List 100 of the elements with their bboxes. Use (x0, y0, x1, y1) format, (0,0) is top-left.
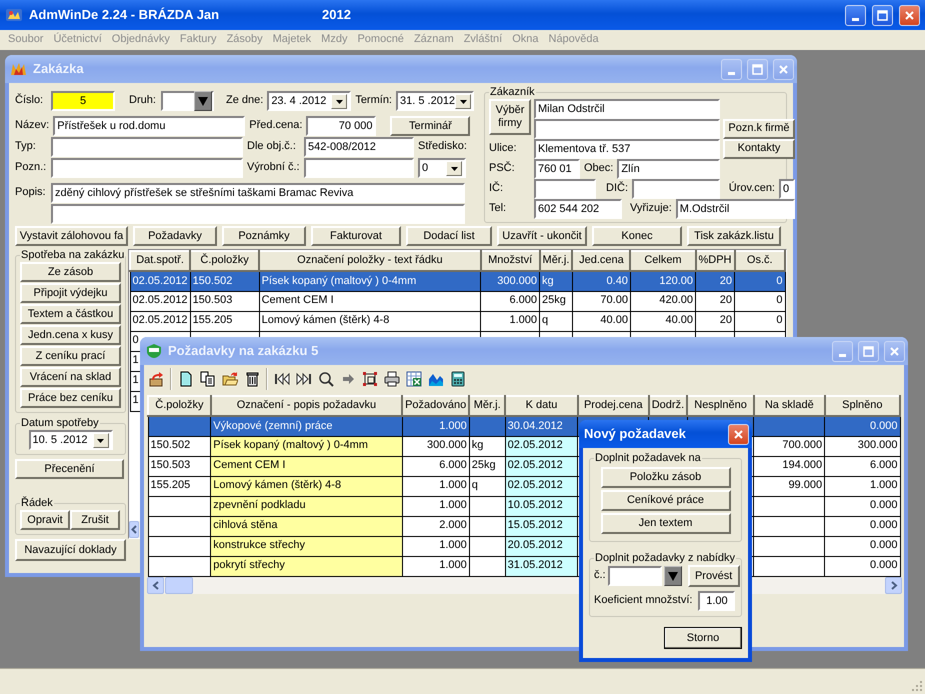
table-cell: 20 (720, 294, 732, 306)
button[interactable]: Jedn.cena x kusy (20, 325, 121, 345)
calculator-icon[interactable] (450, 371, 466, 387)
button[interactable]: Položku zásob (600, 467, 730, 488)
button[interactable]: Výběr firmy (489, 99, 531, 135)
button[interactable]: Tisk zakázk.listu (687, 226, 781, 246)
maximize-button[interactable] (872, 4, 893, 26)
column-header[interactable]: K datu (505, 396, 578, 416)
button[interactable]: Poznámky (222, 226, 306, 246)
column-header[interactable]: Č.položky (190, 251, 260, 271)
input-field[interactable] (534, 118, 720, 138)
column-header[interactable]: Měr.j. (469, 396, 506, 416)
input-field[interactable]: zděný cihlový přístřešek se střešními taškami Bramac Reviva (51, 183, 465, 203)
button[interactable]: Opravit (20, 510, 70, 530)
column-header[interactable]: Dodrž. (648, 396, 688, 416)
input-field[interactable]: Zlín (617, 158, 720, 178)
input-field[interactable]: M.Odstrčil (676, 198, 795, 218)
button[interactable]: Storno (664, 627, 742, 649)
column-header[interactable]: Označení položky - text řádku (259, 251, 481, 271)
button[interactable]: Vrácení na sklad (20, 367, 121, 387)
button[interactable]: Z ceníku prací (20, 346, 121, 366)
export-icon[interactable] (148, 371, 164, 387)
button[interactable]: Požadavky (133, 226, 217, 246)
copy-icon[interactable] (200, 371, 216, 387)
input-field[interactable]: Přístřešek u rod.domu (53, 116, 246, 136)
last-record-icon[interactable] (296, 371, 312, 387)
first-record-icon[interactable] (274, 371, 290, 387)
column-header[interactable]: Požadováno (402, 396, 470, 416)
frame-icon[interactable] (362, 371, 378, 387)
scroll-right-button[interactable] (885, 576, 902, 594)
input-field[interactable]: 602 544 202 (534, 198, 622, 218)
new-document-icon[interactable] (178, 371, 194, 387)
button[interactable]: Terminář (390, 116, 470, 136)
column-header[interactable]: Nesplněno (687, 396, 754, 416)
date-field[interactable]: 10. 5 .2012 (28, 430, 112, 450)
button[interactable]: Připojit výdejku (20, 283, 121, 303)
column-header[interactable]: Jed.cena (572, 251, 630, 271)
input-field[interactable] (304, 158, 414, 178)
button[interactable]: Kontakty (723, 138, 795, 158)
input-field[interactable]: 0 (779, 178, 795, 198)
table-cell: 700.000 (754, 436, 825, 456)
scroll-left-button[interactable] (147, 576, 164, 594)
dropdown-field[interactable] (161, 91, 214, 111)
input-field[interactable]: 760 01 (534, 158, 580, 178)
column-header[interactable]: Č.položky (148, 396, 211, 416)
close-button[interactable] (899, 4, 920, 26)
input-field[interactable]: Milan Odstrčil (534, 98, 720, 118)
button[interactable]: Dodací list (406, 226, 492, 246)
date-field[interactable]: 23. 4 .2012 (267, 91, 352, 111)
input-field[interactable]: 542-008/2012 (304, 137, 414, 157)
column-header[interactable]: Měr.j. (540, 251, 572, 271)
scrollbar-thumb[interactable] (165, 576, 193, 594)
column-header[interactable]: Celkem (630, 251, 696, 271)
input-field[interactable] (51, 158, 243, 178)
input-field[interactable]: 5 (51, 91, 115, 111)
minimize-button[interactable] (845, 4, 866, 26)
button[interactable]: Přecenění (15, 459, 124, 479)
dropdown-button[interactable] (664, 566, 682, 586)
resize-grip-icon[interactable] (911, 680, 923, 692)
button[interactable]: Pozn.k firmě (723, 118, 795, 138)
printer-icon[interactable] (384, 371, 400, 387)
input-field[interactable]: Klementova tř. 537 (534, 138, 720, 158)
column-header[interactable]: %DPH (696, 251, 735, 271)
column-header[interactable]: Množství (480, 251, 540, 271)
button[interactable]: Práce bez ceníku (20, 388, 121, 408)
button[interactable]: Ceníkové práce (600, 490, 730, 511)
button[interactable]: Uzavřít - ukončit (497, 226, 587, 246)
close-button[interactable] (728, 424, 749, 444)
column-header[interactable]: Splněno (824, 396, 900, 416)
column-header[interactable]: Dat.spotř. (130, 251, 190, 271)
input-field[interactable] (51, 137, 243, 157)
button[interactable]: Ze zásob (20, 262, 121, 282)
dropdown-field[interactable]: 0 (418, 158, 466, 178)
input-field[interactable]: 70 000 (306, 116, 376, 136)
button[interactable]: Fakturovat (311, 226, 401, 246)
arrow-right-icon[interactable] (340, 371, 356, 387)
input-field[interactable] (534, 178, 596, 198)
column-header[interactable]: Na skladě (754, 396, 825, 416)
button[interactable]: Vystavit zálohovou fa (15, 226, 128, 246)
button[interactable]: Jen textem (600, 513, 730, 534)
dropdown-button[interactable] (194, 91, 212, 111)
spreadsheet-icon[interactable] (406, 371, 422, 387)
input-field[interactable] (51, 204, 465, 224)
button[interactable]: Textem a částkou (20, 304, 121, 324)
input-field[interactable] (608, 566, 662, 586)
button[interactable]: Navazující doklady (15, 539, 126, 561)
table-cell: 1.000 (402, 556, 470, 576)
button[interactable]: Zrušit (70, 510, 120, 530)
button[interactable]: Provést (688, 565, 740, 587)
open-folder-icon[interactable] (222, 371, 238, 387)
search-icon[interactable] (318, 371, 334, 387)
button[interactable]: Konec (592, 226, 682, 246)
table-cell: 150.503 (192, 294, 232, 306)
column-header[interactable]: Os.č. (734, 251, 785, 271)
date-field[interactable]: 31. 5 .2012 (396, 91, 474, 111)
input-field[interactable]: 1.00 (698, 591, 736, 611)
input-field[interactable] (632, 178, 720, 198)
column-header[interactable]: Prodej.cena (578, 396, 649, 416)
column-header[interactable]: Označení - popis požadavku (210, 396, 402, 416)
trash-icon[interactable] (244, 371, 260, 387)
